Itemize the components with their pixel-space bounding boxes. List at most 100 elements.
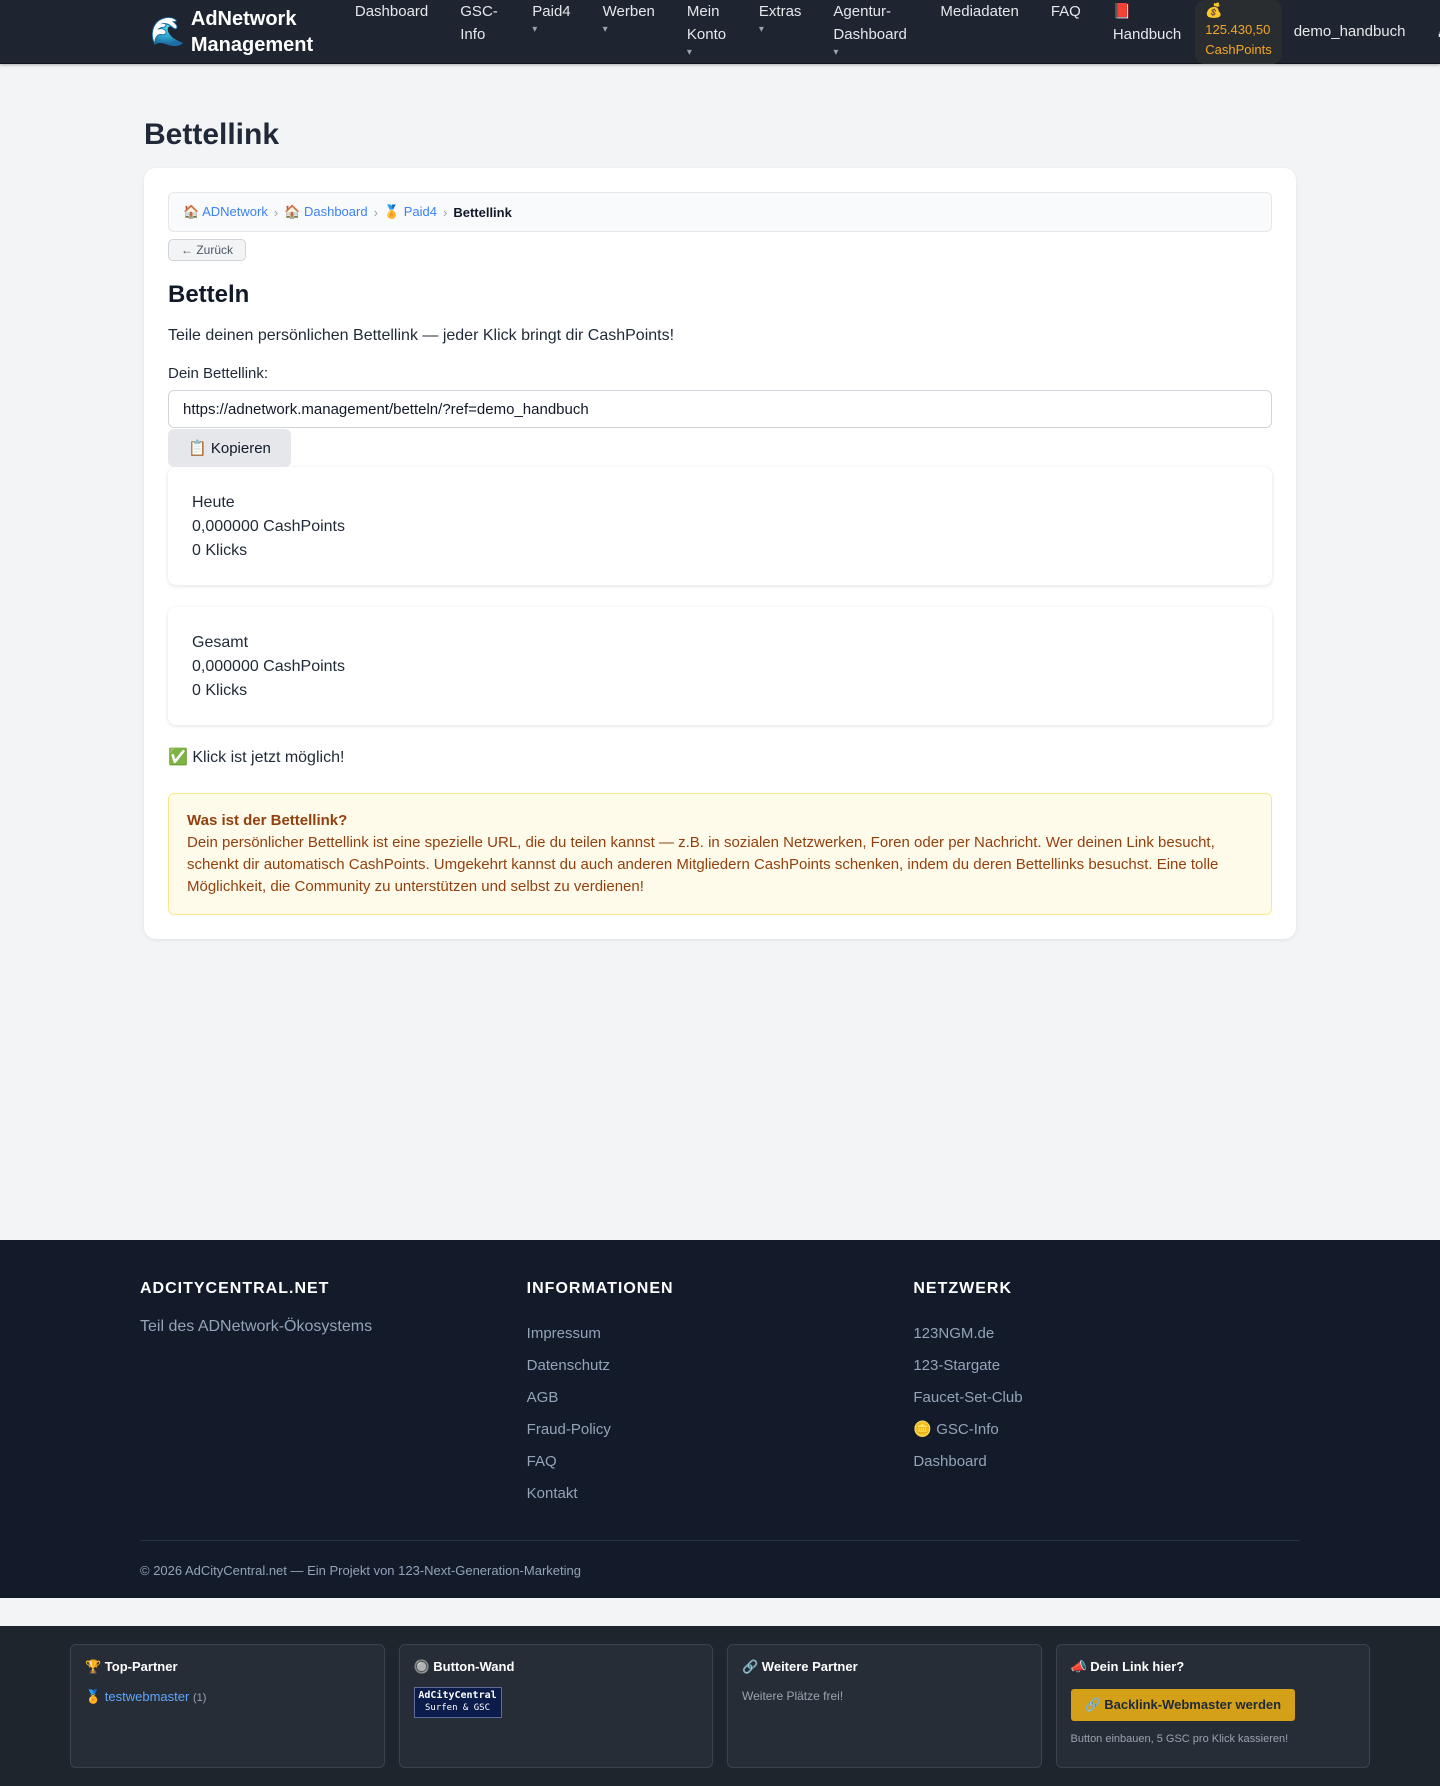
nav-paid4-label: Paid4 xyxy=(532,3,571,20)
bettellink-label: Dein Bettellink: xyxy=(168,365,269,382)
brand[interactable]: 🌊 AdNetwork Management xyxy=(150,0,325,64)
footer-link-dashboard[interactable]: Dashboard xyxy=(913,1446,1300,1478)
nav-mediadaten-label: Mediadaten xyxy=(940,3,1019,20)
top-partner-title: 🏆 Top-Partner xyxy=(85,1659,178,1674)
more-partners-text: Weitere Plätze frei! xyxy=(742,1689,844,1703)
back-button[interactable]: ← Zurück xyxy=(168,239,247,261)
stats-today-label: Heute xyxy=(192,494,235,511)
breadcrumb-separator: › xyxy=(373,204,378,220)
wave-logo-icon: 🌊 xyxy=(150,16,185,47)
nav-faq[interactable]: FAQ xyxy=(1035,0,1097,23)
footer-link-kontakt[interactable]: Kontakt xyxy=(527,1478,914,1510)
top-navbar: 🌊 AdNetwork Management Dashboard GSC-Inf… xyxy=(0,0,1440,64)
brand-name: AdNetwork Management xyxy=(190,8,314,56)
footer-columns: ADCITYCENTRAL.NET Teil des ADNetwork-Öko… xyxy=(140,1280,1300,1510)
footer-link-gsc-info[interactable]: 🪙 GSC-Info xyxy=(913,1414,1300,1446)
breadcrumb-dashboard[interactable]: 🏠 Dashboard xyxy=(284,204,367,220)
chevron-down-icon: ▾ xyxy=(758,24,764,35)
nav-agentur-label: Agentur-Dashboard xyxy=(833,3,907,43)
money-bag-icon: 💰 xyxy=(1205,2,1223,18)
breadcrumb-current: Bettellink xyxy=(453,204,512,220)
nav-mediadaten[interactable]: Mediadaten xyxy=(924,0,1034,23)
stats-today-clicks: 0 Klicks xyxy=(192,542,248,559)
top-partner-link[interactable]: 🏅 testwebmaster (1) xyxy=(85,1689,206,1705)
nav-dashboard[interactable]: Dashboard xyxy=(339,0,444,23)
nav-gsc-info[interactable]: GSC-Info xyxy=(444,0,516,46)
footer-link-123ngm[interactable]: 123NGM.de xyxy=(913,1318,1300,1350)
breadcrumb-paid4[interactable]: 🏅 Paid4 xyxy=(384,204,437,220)
top-partner-name: 🏅 testwebmaster xyxy=(85,1689,190,1704)
footer-col-info: INFORMATIONEN Impressum Datenschutz AGB … xyxy=(527,1280,914,1510)
cashpoints-value: 125.430,50 xyxy=(1205,22,1271,37)
click-status: ✅ Klick ist jetzt möglich! xyxy=(168,749,345,766)
footer-col-network: NETZWERK 123NGM.de 123-Stargate Faucet-S… xyxy=(913,1280,1300,1510)
nav-mein-konto[interactable]: Mein Konto ▾ xyxy=(671,0,743,60)
nav-faq-label: FAQ xyxy=(1050,3,1081,20)
top-partner-count: (1) xyxy=(192,1692,207,1704)
button-wall-title: 🔘 Button-Wand xyxy=(413,1659,515,1674)
footer-link-impressum[interactable]: Impressum xyxy=(527,1318,914,1350)
footer-divider xyxy=(140,1540,1300,1541)
section-description: Teile deinen persönlichen Bettellink — j… xyxy=(168,327,675,344)
nav-paid4[interactable]: Paid4 ▾ xyxy=(516,0,586,37)
footer-link-agb[interactable]: AGB xyxy=(527,1382,914,1414)
banner-line-1: AdCityCentral xyxy=(418,1690,497,1701)
stats-total-clicks: 0 Klicks xyxy=(192,682,248,699)
main-content: Bettellink 🏠 ADNetwork › 🏠 Dashboard › 🏅… xyxy=(0,64,1440,1240)
cashpoints-unit: CashPoints xyxy=(1205,42,1272,57)
chevron-down-icon: ▾ xyxy=(602,24,608,35)
user-menu[interactable]: demo_handbuch xyxy=(1294,0,1426,64)
chevron-down-icon: ▾ xyxy=(532,24,538,35)
nav-right: 📕 Handbuch 💰 125.430,50 CashPoints demo_… xyxy=(1113,0,1440,64)
chevron-down-icon: ▾ xyxy=(833,47,839,58)
footer-link-fraud-policy[interactable]: Fraud-Policy xyxy=(527,1414,914,1446)
stats-total-label: Gesamt xyxy=(192,634,249,651)
adcitycentral-banner-button[interactable]: AdCityCentral Surfen & GSC xyxy=(413,1687,502,1718)
stats-today: Heute 0,000000 CashPoints 0 Klicks xyxy=(168,467,1272,585)
top-partner-box: 🏆 Top-Partner 🏅 testwebmaster (1) xyxy=(70,1644,385,1768)
breadcrumb: 🏠 ADNetwork › 🏠 Dashboard › 🏅 Paid4 › Be… xyxy=(168,192,1272,232)
button-wall-box: 🔘 Button-Wand AdCityCentral Surfen & GSC xyxy=(398,1644,713,1768)
footer-copyright: © 2026 AdCityCentral.net — Ein Projekt v… xyxy=(140,1563,581,1578)
footer-col-about: ADCITYCENTRAL.NET Teil des ADNetwork-Öko… xyxy=(140,1280,527,1510)
logout-icon[interactable]: ⏏ xyxy=(1425,0,1440,64)
nav-handbuch[interactable]: 📕 Handbuch xyxy=(1113,0,1195,46)
breadcrumb-adnetwork[interactable]: 🏠 ADNetwork xyxy=(183,204,268,220)
section-title: Betteln xyxy=(168,281,250,308)
your-link-title: 📣 Dein Link hier? xyxy=(1070,1659,1185,1674)
main-nav: Dashboard GSC-Info Paid4 ▾ Werben ▾ Mein… xyxy=(339,0,1097,64)
footer-link-datenschutz[interactable]: Datenschutz xyxy=(527,1350,914,1382)
footer-link-faucet-set-club[interactable]: Faucet-Set-Club xyxy=(913,1382,1300,1414)
footer-link-faq[interactable]: FAQ xyxy=(527,1446,914,1478)
footer-tagline: Teil des ADNetwork-Ökosystems xyxy=(140,1318,373,1335)
footer-link-stargate[interactable]: 123-Stargate xyxy=(913,1350,1300,1382)
book-icon: 📕 xyxy=(1112,3,1132,20)
cashpoints-balance[interactable]: 💰 125.430,50 CashPoints xyxy=(1195,0,1282,64)
bettellink-input[interactable] xyxy=(168,390,1272,428)
your-link-box: 📣 Dein Link hier? 🔗 Backlink-Webmaster w… xyxy=(1055,1644,1370,1768)
info-text: Dein persönlicher Bettellink ist eine sp… xyxy=(187,834,1219,895)
info-box: Was ist der Bettellink? Dein persönliche… xyxy=(168,793,1272,915)
breadcrumb-separator: › xyxy=(442,204,448,220)
footer-network-title: NETZWERK xyxy=(913,1280,1012,1297)
stats-total-cashpoints: 0,000000 CashPoints xyxy=(192,658,345,675)
breadcrumb-separator: › xyxy=(273,204,279,220)
backlink-webmaster-button[interactable]: 🔗 Backlink-Webmaster werden xyxy=(1070,1689,1296,1721)
nav-dashboard-label: Dashboard xyxy=(354,3,429,20)
copy-button[interactable]: 📋 Kopieren xyxy=(168,429,291,467)
nav-agentur-dashboard[interactable]: Agentur-Dashboard ▾ xyxy=(817,0,924,60)
footer-about-title: ADCITYCENTRAL.NET xyxy=(140,1280,330,1297)
site-footer: ADCITYCENTRAL.NET Teil des ADNetwork-Öko… xyxy=(0,1240,1440,1598)
bettellink-card: 🏠 ADNetwork › 🏠 Dashboard › 🏅 Paid4 › Be… xyxy=(144,168,1296,939)
page-title: Bettellink xyxy=(144,118,280,151)
stats-today-cashpoints: 0,000000 CashPoints xyxy=(192,518,345,535)
your-link-note: Button einbauen, 5 GSC pro Klick kassier… xyxy=(1070,1733,1289,1745)
nav-werben[interactable]: Werben ▾ xyxy=(587,0,671,37)
more-partners-box: 🔗 Weitere Partner Weitere Plätze frei! xyxy=(727,1644,1042,1768)
spacer xyxy=(0,1598,1440,1626)
nav-werben-label: Werben xyxy=(602,3,655,20)
nav-extras[interactable]: Extras ▾ xyxy=(743,0,818,37)
more-partners-title: 🔗 Weitere Partner xyxy=(742,1659,858,1674)
nav-mein-konto-label: Mein Konto xyxy=(686,3,727,43)
nav-extras-label: Extras xyxy=(758,3,802,20)
